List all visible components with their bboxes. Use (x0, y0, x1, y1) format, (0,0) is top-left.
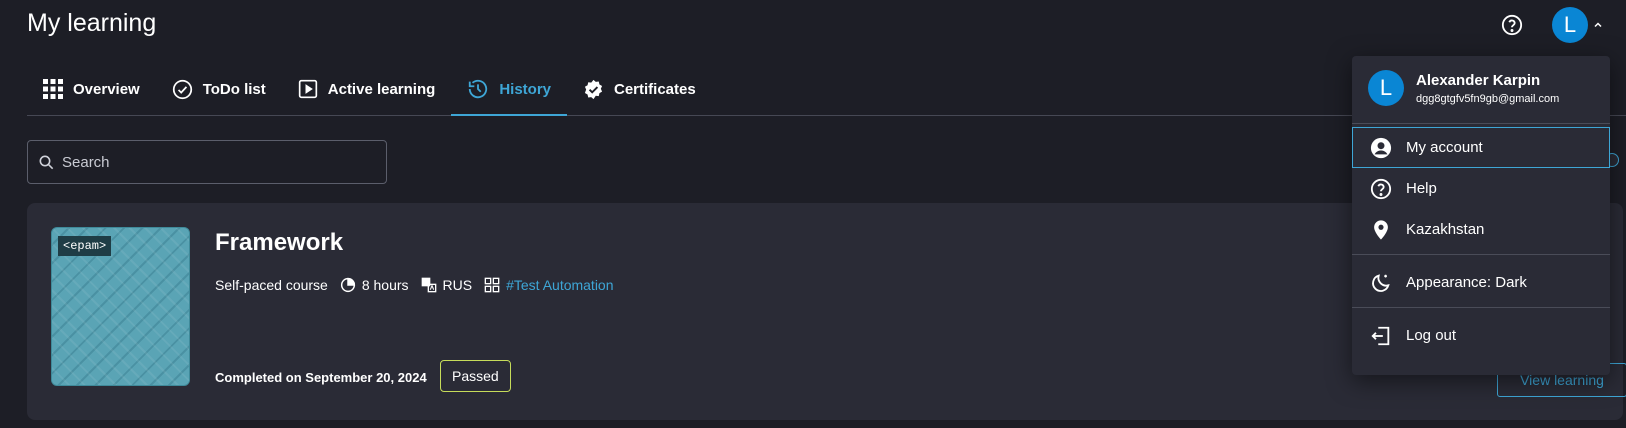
duration-value: 8 hours (361, 277, 409, 293)
tab-history[interactable]: History (451, 63, 567, 116)
menu-divider (1352, 123, 1610, 124)
badge-check-icon (583, 79, 604, 100)
user-circle-icon (1370, 137, 1392, 159)
completed-date: Completed on September 20, 2024 (215, 370, 427, 385)
category-icon (484, 277, 500, 293)
menu-item-label: Appearance: Dark (1406, 274, 1527, 291)
user-menu: L Alexander Karpin dgg8gtgfv5fn9gb@gmail… (1352, 56, 1610, 375)
tab-label: Active learning (327, 80, 436, 98)
logout-icon (1370, 325, 1392, 347)
moon-icon (1370, 272, 1392, 294)
help-circle-icon (1370, 178, 1392, 200)
course-thumbnail[interactable]: <epam> (51, 227, 190, 386)
menu-item-label: Help (1406, 180, 1437, 197)
menu-avatar: L (1368, 70, 1404, 106)
tab-todo-list[interactable]: ToDo list (156, 63, 282, 115)
course-meta: Self-paced course 8 hours RUS #Test Auto… (215, 277, 614, 293)
user-email: dgg8gtgfv5fn9gb@gmail.com (1416, 92, 1560, 105)
menu-item-logout[interactable]: Log out (1352, 315, 1610, 356)
avatar: L (1552, 7, 1588, 43)
course-title[interactable]: Framework (215, 229, 343, 257)
menu-item-help[interactable]: Help (1352, 168, 1610, 209)
play-square-icon (298, 79, 318, 99)
menu-item-label: Kazakhstan (1406, 221, 1485, 238)
check-circle-icon (172, 79, 193, 100)
menu-item-my-account[interactable]: My account (1352, 127, 1610, 168)
translate-icon (421, 277, 437, 293)
page-title: My learning (27, 9, 157, 37)
course-tag: #Test Automation (484, 277, 614, 293)
menu-divider (1352, 254, 1610, 255)
search-icon (38, 154, 54, 170)
status-badge: Passed (440, 360, 511, 392)
tab-active-learning[interactable]: Active learning (282, 63, 452, 115)
tab-overview[interactable]: Overview (27, 63, 156, 115)
tab-label: Certificates (614, 80, 696, 98)
menu-item-label: My account (1406, 139, 1483, 156)
search-input[interactable] (62, 153, 362, 171)
chevron-up-icon (1592, 19, 1604, 31)
menu-item-appearance[interactable]: Appearance: Dark (1352, 262, 1610, 303)
course-duration: 8 hours (340, 277, 409, 293)
user-menu-button[interactable]: L (1552, 7, 1604, 43)
language-value: RUS (442, 277, 473, 293)
course-type: Self-paced course (215, 277, 328, 293)
search-box (27, 140, 387, 184)
tab-label: History (499, 80, 551, 98)
menu-divider (1352, 307, 1610, 308)
grid-icon (43, 79, 63, 99)
tab-certificates[interactable]: Certificates (567, 63, 712, 115)
map-pin-icon (1370, 219, 1392, 241)
tag-link[interactable]: #Test Automation (506, 277, 613, 293)
help-button[interactable] (1499, 12, 1525, 38)
epam-logo: <epam> (58, 236, 112, 256)
help-circle-icon (1501, 14, 1523, 36)
tab-label: ToDo list (202, 80, 266, 98)
tab-label: Overview (73, 80, 140, 98)
clock-icon (340, 277, 356, 293)
user-name: Alexander Karpin (1416, 71, 1541, 89)
menu-user-info: L Alexander Karpin dgg8gtgfv5fn9gb@gmail… (1368, 70, 1559, 106)
menu-item-label: Log out (1406, 327, 1457, 344)
course-language: RUS (421, 277, 473, 293)
menu-item-location[interactable]: Kazakhstan (1352, 209, 1610, 250)
history-icon (467, 78, 489, 100)
